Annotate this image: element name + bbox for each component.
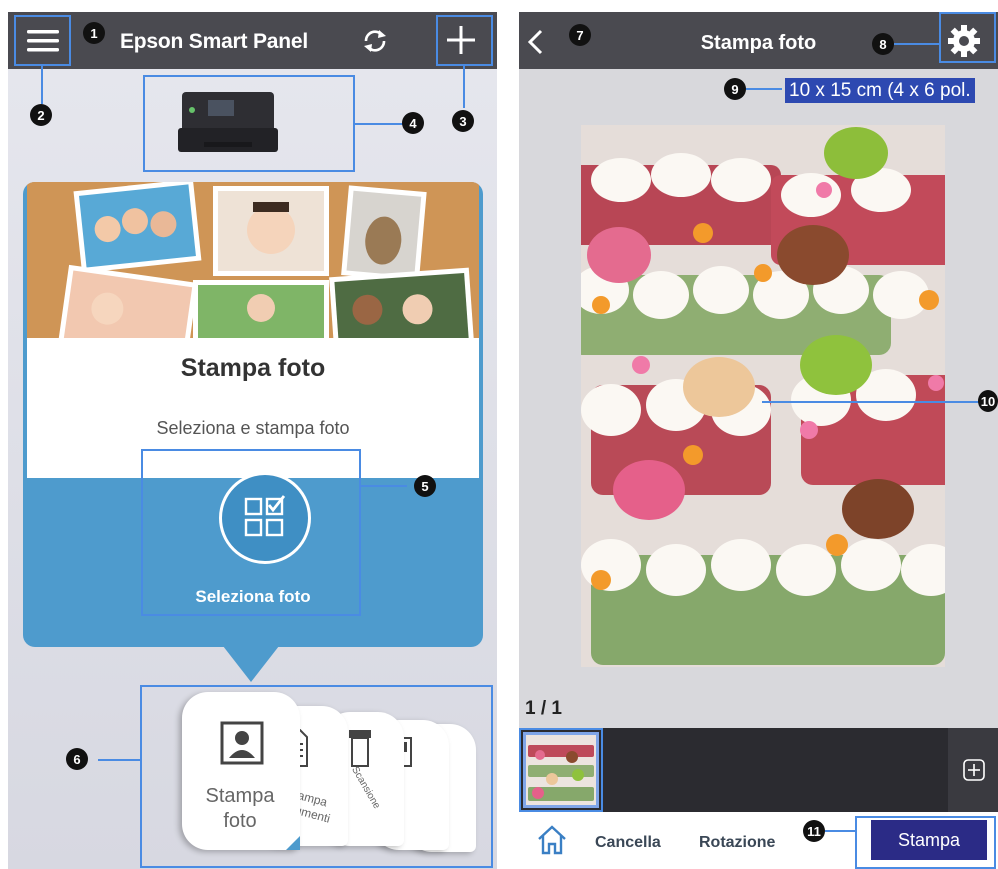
callout-3: 3	[452, 110, 474, 132]
highlight-thumbnail	[519, 728, 603, 812]
callout-9: 9	[724, 78, 746, 100]
callout-line-4	[355, 123, 403, 125]
highlight-add	[436, 15, 493, 66]
refresh-icon[interactable]	[360, 26, 390, 56]
callout-7: 7	[569, 24, 591, 46]
card-subtitle: Seleziona e stampa foto	[156, 418, 350, 438]
delete-button[interactable]: Cancella	[595, 834, 661, 852]
top-bar: Stampa foto	[519, 12, 998, 69]
rotate-button[interactable]: Rotazione	[699, 834, 775, 852]
callout-line-11	[825, 830, 855, 832]
callout-1: 1	[83, 22, 105, 44]
callout-6: 6	[66, 748, 88, 770]
highlight-settings	[939, 12, 996, 63]
callout-line-5	[361, 485, 407, 487]
callout-8: 8	[872, 33, 894, 55]
add-square-icon	[963, 759, 985, 781]
callout-4: 4	[402, 112, 424, 134]
callout-10: 10	[978, 390, 998, 412]
page-counter: 1 / 1	[525, 698, 562, 719]
highlight-carousel	[140, 685, 493, 868]
photo-preview[interactable]	[581, 125, 945, 667]
highlight-select	[141, 449, 361, 616]
top-bar: Epson Smart Panel	[8, 12, 497, 69]
add-photo-button[interactable]	[948, 728, 998, 812]
callout-line-6	[98, 759, 140, 761]
callout-11: 11	[803, 820, 825, 842]
callout-line-2	[41, 66, 43, 104]
highlight-print	[855, 816, 996, 869]
photo-collage	[27, 182, 479, 338]
card-title: Stampa foto	[180, 354, 326, 382]
home-icon[interactable]	[535, 824, 569, 856]
callout-line-8	[894, 43, 939, 45]
callout-5: 5	[414, 475, 436, 497]
paper-size-label[interactable]: 10 x 15 cm (4 x 6 pol.	[785, 78, 975, 103]
highlight-printer	[143, 75, 355, 172]
callout-line-3	[463, 66, 465, 108]
callout-line-10	[762, 401, 982, 403]
callout-line-9	[746, 88, 782, 90]
highlight-menu	[14, 15, 71, 66]
callout-2: 2	[30, 104, 52, 126]
card-pointer	[223, 646, 279, 682]
app-title: Epson Smart Panel	[120, 30, 308, 53]
